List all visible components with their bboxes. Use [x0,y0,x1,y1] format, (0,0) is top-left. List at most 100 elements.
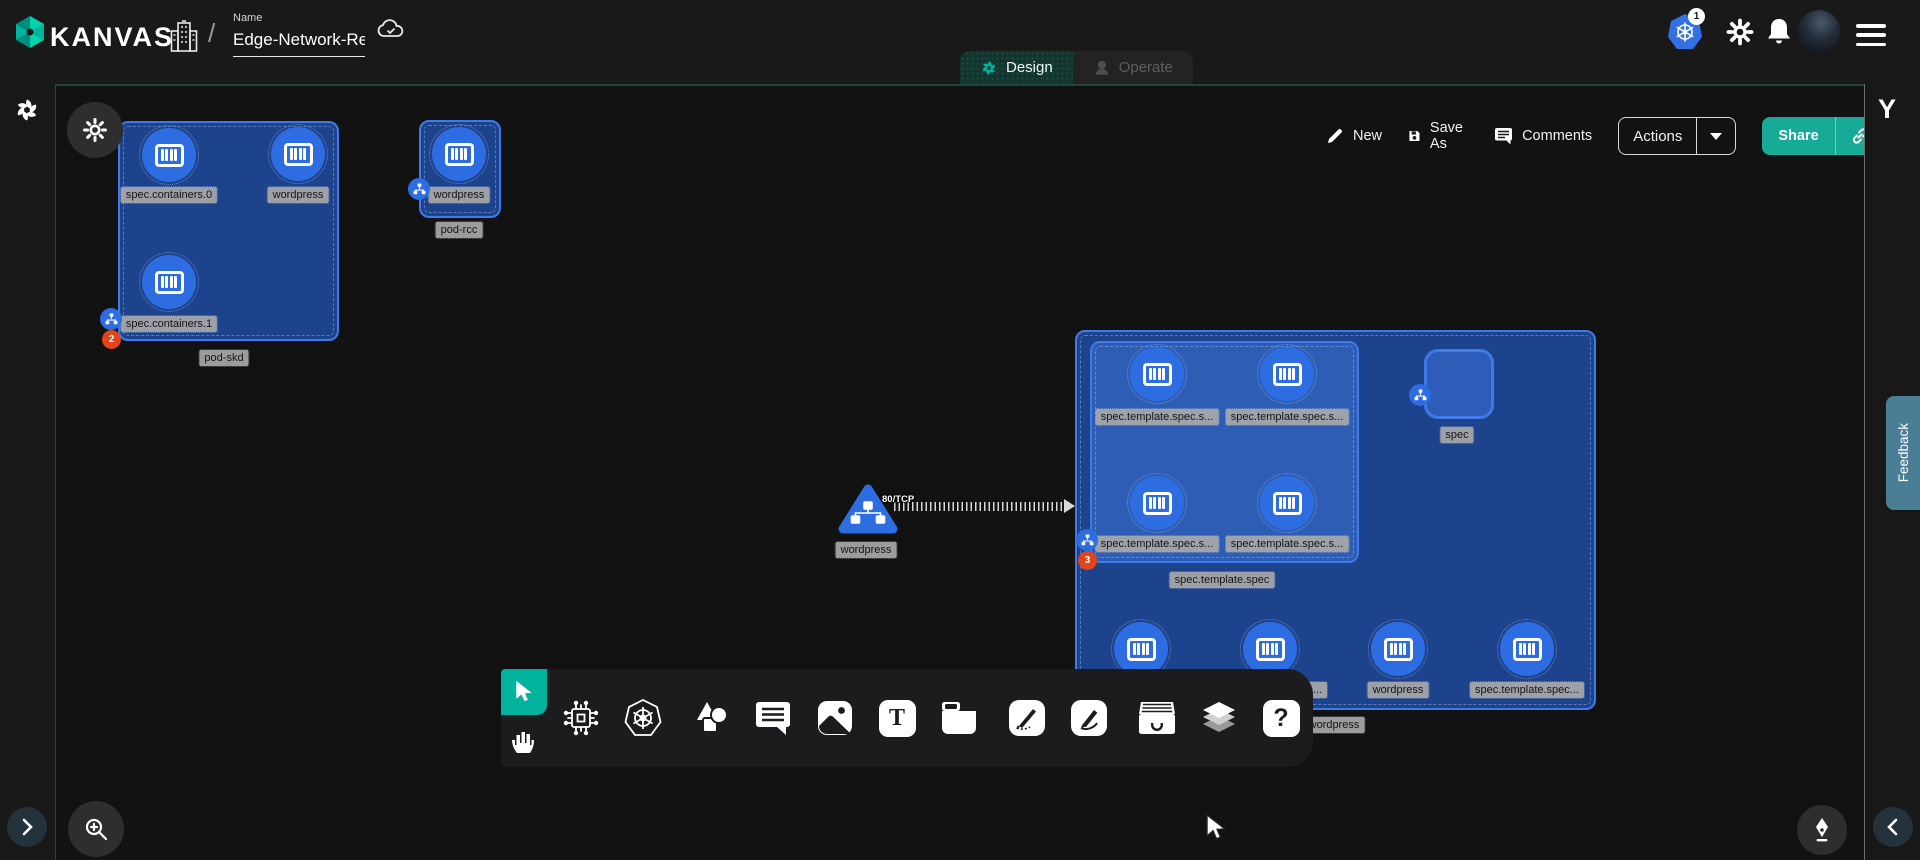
node-label[interactable]: wordpress [836,542,897,558]
tab-operate-label: Operate [1119,59,1173,76]
expand-left-panel-button[interactable] [7,807,47,847]
divider [1696,117,1697,155]
select-tool-button[interactable] [501,669,547,715]
container-node[interactable] [142,128,196,182]
expand-right-panel-button[interactable] [1873,807,1913,847]
canvas-gear-button[interactable] [67,102,123,158]
share-label: Share [1762,128,1834,144]
group-label[interactable]: spec.template.spec [1170,572,1275,588]
container-icon [1127,638,1156,661]
design-name-label: Name [233,12,262,24]
pen-nib-icon [1810,817,1834,843]
node-label[interactable]: wordpress [268,187,329,203]
design-swirl-icon [980,59,998,77]
error-count-badge[interactable]: 3 [1078,551,1097,570]
settings-gear-icon[interactable] [1724,16,1756,48]
edge-arrowhead [1064,499,1075,513]
container-node[interactable] [1500,622,1554,676]
node-label[interactable]: spec.template.spec.s... [1226,536,1349,552]
container-node[interactable] [432,127,486,181]
cloud-save-status-icon [376,17,406,41]
container-icon [155,271,184,294]
node-label[interactable]: spec.containers.1 [121,316,217,332]
container-node[interactable] [1260,347,1314,401]
service-node[interactable] [838,482,898,536]
archive-drawer-tool[interactable] [1131,688,1183,748]
container-node[interactable] [271,127,325,181]
design-name-input[interactable] [233,28,365,57]
tab-operate[interactable]: Operate [1073,51,1193,84]
floppy-icon [1408,127,1421,145]
flow-merge-icon[interactable]: Y [1878,94,1896,125]
node-label[interactable]: spec.template.spec.s... [1096,536,1219,552]
pod-relationship-badge[interactable] [1409,384,1431,406]
pod-relationship-badge[interactable] [100,308,122,330]
tab-design[interactable]: Design [960,51,1073,84]
zoom-in-button[interactable] [68,801,124,857]
comments-button[interactable]: Comments [1494,127,1592,145]
freehand-draw-tool[interactable] [1063,688,1115,748]
container-node[interactable] [1371,622,1425,676]
node-label[interactable]: spec.template.spec.s... [1096,409,1219,425]
text-tool[interactable]: T [871,688,923,748]
comment-icon [1494,127,1513,145]
container-node[interactable] [1260,476,1314,530]
container-node[interactable] [142,255,196,309]
logo-text: KANVAS [50,22,174,53]
node-label[interactable]: spec [1440,427,1473,443]
chevron-down-icon [1710,133,1722,140]
new-button-label: New [1353,128,1382,144]
new-button[interactable]: New [1326,127,1382,145]
design-action-bar: New Save As Comments Actions Share [1326,114,1884,158]
container-icon [1143,492,1172,515]
pod-relationship-badge[interactable] [1076,529,1098,551]
actions-dropdown-button[interactable]: Actions [1618,117,1736,155]
shapes-tool[interactable] [685,688,737,748]
menu-hamburger-icon[interactable] [1856,24,1886,46]
container-node[interactable] [1130,476,1184,530]
building-icon[interactable] [170,19,198,53]
node-label[interactable]: wordpress [1368,682,1429,698]
node-label[interactable]: spec.template.spec... [1470,682,1584,698]
container-icon [284,143,313,166]
kubernetes-tool[interactable] [617,688,669,748]
pencil-icon [1326,127,1344,145]
save-as-button[interactable]: Save As [1408,120,1468,152]
meshery-swirl-icon[interactable] [13,96,41,124]
feedback-tab[interactable]: Feedback [1886,396,1920,510]
frame-tool[interactable] [933,688,985,748]
group-label[interactable]: pod-rcc [436,222,483,238]
comment-tool[interactable] [747,688,799,748]
user-avatar[interactable] [1798,10,1840,52]
node-label[interactable]: spec.containers.0 [121,187,217,203]
container-node[interactable] [1114,622,1168,676]
component-chip-tool[interactable] [555,688,607,748]
container-icon [1384,638,1413,661]
container-icon [1273,492,1302,515]
spec-node[interactable] [1424,349,1494,419]
tab-design-label: Design [1006,59,1053,76]
save-as-button-label: Save As [1430,120,1468,152]
ink-pen-button[interactable] [1797,805,1847,855]
error-count-badge[interactable]: 2 [102,330,121,349]
group-label[interactable]: pod-skd [199,350,248,366]
cursor-arrow-icon [513,680,535,704]
container-node[interactable] [1130,347,1184,401]
mode-tabs: Design Operate [960,51,1193,84]
container-node[interactable] [1243,622,1297,676]
pan-tool-button[interactable] [501,715,547,767]
node-label[interactable]: spec.template.spec.s... [1226,409,1349,425]
container-icon [1273,363,1302,386]
image-tool[interactable] [809,688,861,748]
kanvas-logo-icon[interactable] [13,15,47,49]
layers-tool[interactable] [1193,688,1245,748]
node-label[interactable]: wordpress [429,187,490,203]
operate-astronaut-icon [1093,59,1111,77]
help-tool[interactable]: ? [1255,688,1307,748]
pod-relationship-badge[interactable] [408,178,430,200]
container-icon [1256,638,1285,661]
notifications-bell-icon[interactable] [1764,16,1794,48]
hand-icon [511,727,537,755]
service-edge[interactable] [894,502,1066,511]
edge-pen-tool[interactable] [1001,688,1053,748]
